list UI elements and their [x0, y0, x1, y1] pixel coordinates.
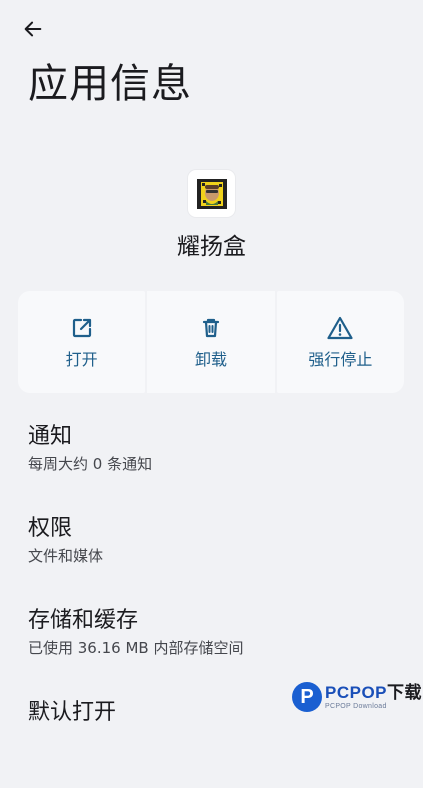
setting-title: 权限 — [28, 516, 73, 541]
warning-icon — [327, 315, 353, 341]
arrow-left-icon — [24, 21, 42, 37]
uninstall-button[interactable]: 卸载 — [147, 291, 275, 393]
app-icon — [188, 170, 235, 217]
trash-icon — [198, 315, 224, 341]
open-button[interactable]: 打开 — [18, 291, 146, 393]
setting-notifications[interactable]: 通知 每周大约 0 条通知 — [28, 420, 408, 512]
action-bar: 打开 卸载 强行停止 — [18, 291, 404, 393]
open-external-icon — [69, 315, 95, 341]
watermark-logo: P PCPOP下载 PCPOP Download — [292, 682, 422, 712]
watermark-icon: P — [292, 682, 322, 712]
watermark-subtext: PCPOP Download — [325, 702, 387, 710]
settings-list: 通知 每周大约 0 条通知 权限 文件和媒体 存储和缓存 已使用 36.16 M… — [28, 420, 408, 788]
app-name: 耀扬盒 — [177, 234, 246, 260]
setting-subtitle: 每周大约 0 条通知 — [28, 455, 153, 473]
open-label: 打开 — [65, 350, 98, 369]
watermark-text: PCPOP下载 — [325, 682, 423, 702]
setting-subtitle: 文件和媒体 — [28, 547, 104, 565]
setting-title: 通知 — [28, 424, 73, 449]
setting-title: 存储和缓存 — [28, 608, 139, 633]
app-logo-image — [196, 178, 227, 209]
force-stop-label: 强行停止 — [308, 350, 373, 369]
setting-subtitle: 已使用 36.16 MB 内部存储空间 — [28, 639, 244, 657]
page-title: 应用信息 — [28, 61, 192, 107]
back-button[interactable] — [14, 12, 52, 46]
setting-permissions[interactable]: 权限 文件和媒体 — [28, 512, 408, 604]
force-stop-button[interactable]: 强行停止 — [276, 291, 404, 393]
uninstall-label: 卸载 — [194, 350, 227, 369]
